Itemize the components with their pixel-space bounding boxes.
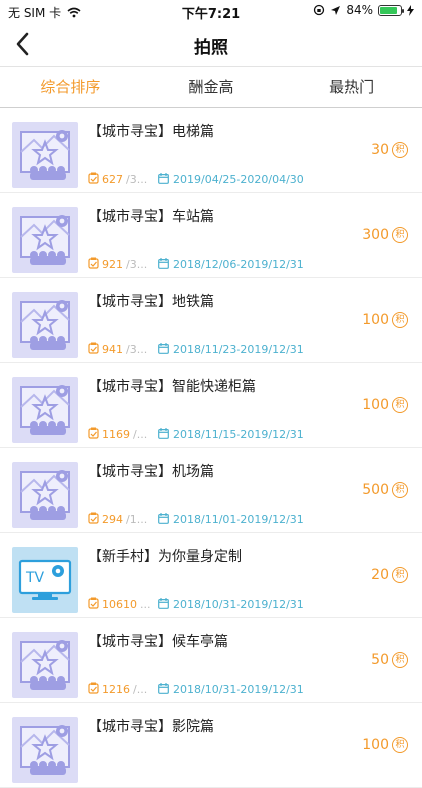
points-coin-icon: 积 bbox=[392, 567, 408, 583]
points-coin-icon: 积 bbox=[392, 312, 408, 328]
task-row[interactable]: 【城市寻宝】地铁篇 941/3... 2018/11/23-2019/12/31 10… bbox=[0, 278, 422, 363]
calendar-icon bbox=[158, 172, 169, 187]
treasure-map-thumbnail bbox=[12, 207, 78, 273]
rotation-lock-icon bbox=[314, 4, 325, 16]
participant-count: 921/3... bbox=[88, 257, 158, 272]
reward-value: 300 bbox=[362, 227, 389, 243]
date-range: 2018/10/31-2019/12/31 bbox=[158, 682, 304, 697]
task-row[interactable]: 【城市寻宝】候车亭篇 1216/... 2018/10/31-2019/12/31 5… bbox=[0, 618, 422, 703]
tv-thumbnail: TV bbox=[12, 547, 78, 613]
treasure-map-thumbnail bbox=[12, 292, 78, 358]
task-title: 【城市寻宝】地铁篇 bbox=[88, 294, 214, 310]
reward-value: 20 bbox=[371, 567, 389, 583]
calendar-icon bbox=[158, 597, 169, 612]
reward: 100 积 bbox=[362, 312, 408, 328]
tab-high-reward[interactable]: 酬金高 bbox=[141, 67, 282, 107]
reward: 20 积 bbox=[371, 567, 408, 583]
date-range: 2019/04/25-2020/04/30 bbox=[158, 172, 304, 187]
reward: 300 积 bbox=[362, 227, 408, 243]
points-coin-icon: 积 bbox=[392, 737, 408, 753]
clipboard-check-icon bbox=[88, 512, 99, 527]
page-title: 拍照 bbox=[194, 38, 228, 58]
task-row[interactable]: 【城市寻宝】机场篇 294/1... 2018/11/01-2019/12/31 50… bbox=[0, 448, 422, 533]
treasure-map-thumbnail bbox=[12, 462, 78, 528]
clipboard-check-icon bbox=[88, 427, 99, 442]
sort-tabs: 综合排序 酬金高 最热门 bbox=[0, 66, 422, 108]
task-row[interactable]: 【城市寻宝】电梯篇 627/3... 2019/04/25-2020/04/30 30… bbox=[0, 108, 422, 193]
participant-count: 294/1... bbox=[88, 512, 158, 527]
task-title: 【城市寻宝】影院篇 bbox=[88, 719, 214, 735]
reward-value: 50 bbox=[371, 652, 389, 668]
clipboard-check-icon bbox=[88, 682, 99, 697]
nav-bar: 拍照 bbox=[0, 22, 422, 66]
calendar-icon bbox=[158, 257, 169, 272]
date-range: 2018/12/06-2019/12/31 bbox=[158, 257, 304, 272]
task-row[interactable]: TV 【新手村】为你量身定制 10610... 2018/10/31-2019/12/… bbox=[0, 533, 422, 618]
svg-text:TV: TV bbox=[25, 570, 45, 586]
date-range: 2018/11/01-2019/12/31 bbox=[158, 512, 304, 527]
reward: 100 积 bbox=[362, 737, 408, 753]
treasure-map-thumbnail bbox=[12, 717, 78, 783]
calendar-icon bbox=[158, 512, 169, 527]
clipboard-check-icon bbox=[88, 342, 99, 357]
treasure-map-thumbnail bbox=[12, 122, 78, 188]
task-row[interactable]: 【城市寻宝】车站篇 921/3... 2018/12/06-2019/12/31 30… bbox=[0, 193, 422, 278]
reward: 500 积 bbox=[362, 482, 408, 498]
points-coin-icon: 积 bbox=[392, 652, 408, 668]
reward-value: 500 bbox=[362, 482, 389, 498]
date-range: 2018/11/23-2019/12/31 bbox=[158, 342, 304, 357]
reward-value: 100 bbox=[362, 737, 389, 753]
date-range: 2018/10/31-2019/12/31 bbox=[158, 597, 304, 612]
task-title: 【城市寻宝】机场篇 bbox=[88, 464, 214, 480]
participant-count: 1216/... bbox=[88, 682, 158, 697]
reward-value: 30 bbox=[371, 142, 389, 158]
participant-count: 1169/... bbox=[88, 427, 158, 442]
participant-count: 627/3... bbox=[88, 172, 158, 187]
task-title: 【城市寻宝】车站篇 bbox=[88, 209, 214, 225]
battery-icon bbox=[378, 4, 404, 16]
treasure-map-thumbnail bbox=[12, 377, 78, 443]
points-coin-icon: 积 bbox=[392, 482, 408, 498]
reward: 50 积 bbox=[371, 652, 408, 668]
task-title: 【城市寻宝】候车亭篇 bbox=[88, 634, 228, 650]
task-row[interactable]: 【城市寻宝】智能快递柜篇 1169/... 2018/11/15-2019/12/3… bbox=[0, 363, 422, 448]
points-coin-icon: 积 bbox=[392, 397, 408, 413]
tab-most-popular[interactable]: 最热门 bbox=[281, 67, 422, 107]
location-arrow-icon bbox=[331, 5, 341, 15]
task-title: 【新手村】为你量身定制 bbox=[88, 549, 242, 565]
points-coin-icon: 积 bbox=[392, 227, 408, 243]
reward-value: 100 bbox=[362, 312, 389, 328]
date-range: 2018/11/15-2019/12/31 bbox=[158, 427, 304, 442]
participant-count: 941/3... bbox=[88, 342, 158, 357]
reward-value: 100 bbox=[362, 397, 389, 413]
reward: 30 积 bbox=[371, 142, 408, 158]
task-title: 【城市寻宝】电梯篇 bbox=[88, 124, 214, 140]
charging-bolt-icon bbox=[407, 4, 414, 16]
calendar-icon bbox=[158, 682, 169, 697]
status-bar: 无 SIM 卡 下午7:21 84% bbox=[0, 0, 422, 22]
reward: 100 积 bbox=[362, 397, 408, 413]
task-title: 【城市寻宝】智能快递柜篇 bbox=[88, 379, 256, 395]
points-coin-icon: 积 bbox=[392, 142, 408, 158]
calendar-icon bbox=[158, 427, 169, 442]
battery-percent: 84% bbox=[346, 3, 373, 17]
calendar-icon bbox=[158, 342, 169, 357]
participant-count: 10610... bbox=[88, 597, 158, 612]
clipboard-check-icon bbox=[88, 172, 99, 187]
task-list: 【城市寻宝】电梯篇 627/3... 2019/04/25-2020/04/30 30… bbox=[0, 108, 422, 788]
tab-comprehensive[interactable]: 综合排序 bbox=[0, 67, 141, 107]
treasure-map-thumbnail bbox=[12, 632, 78, 698]
task-row[interactable]: 【城市寻宝】影院篇 100 积 bbox=[0, 703, 422, 788]
clipboard-check-icon bbox=[88, 597, 99, 612]
clipboard-check-icon bbox=[88, 257, 99, 272]
